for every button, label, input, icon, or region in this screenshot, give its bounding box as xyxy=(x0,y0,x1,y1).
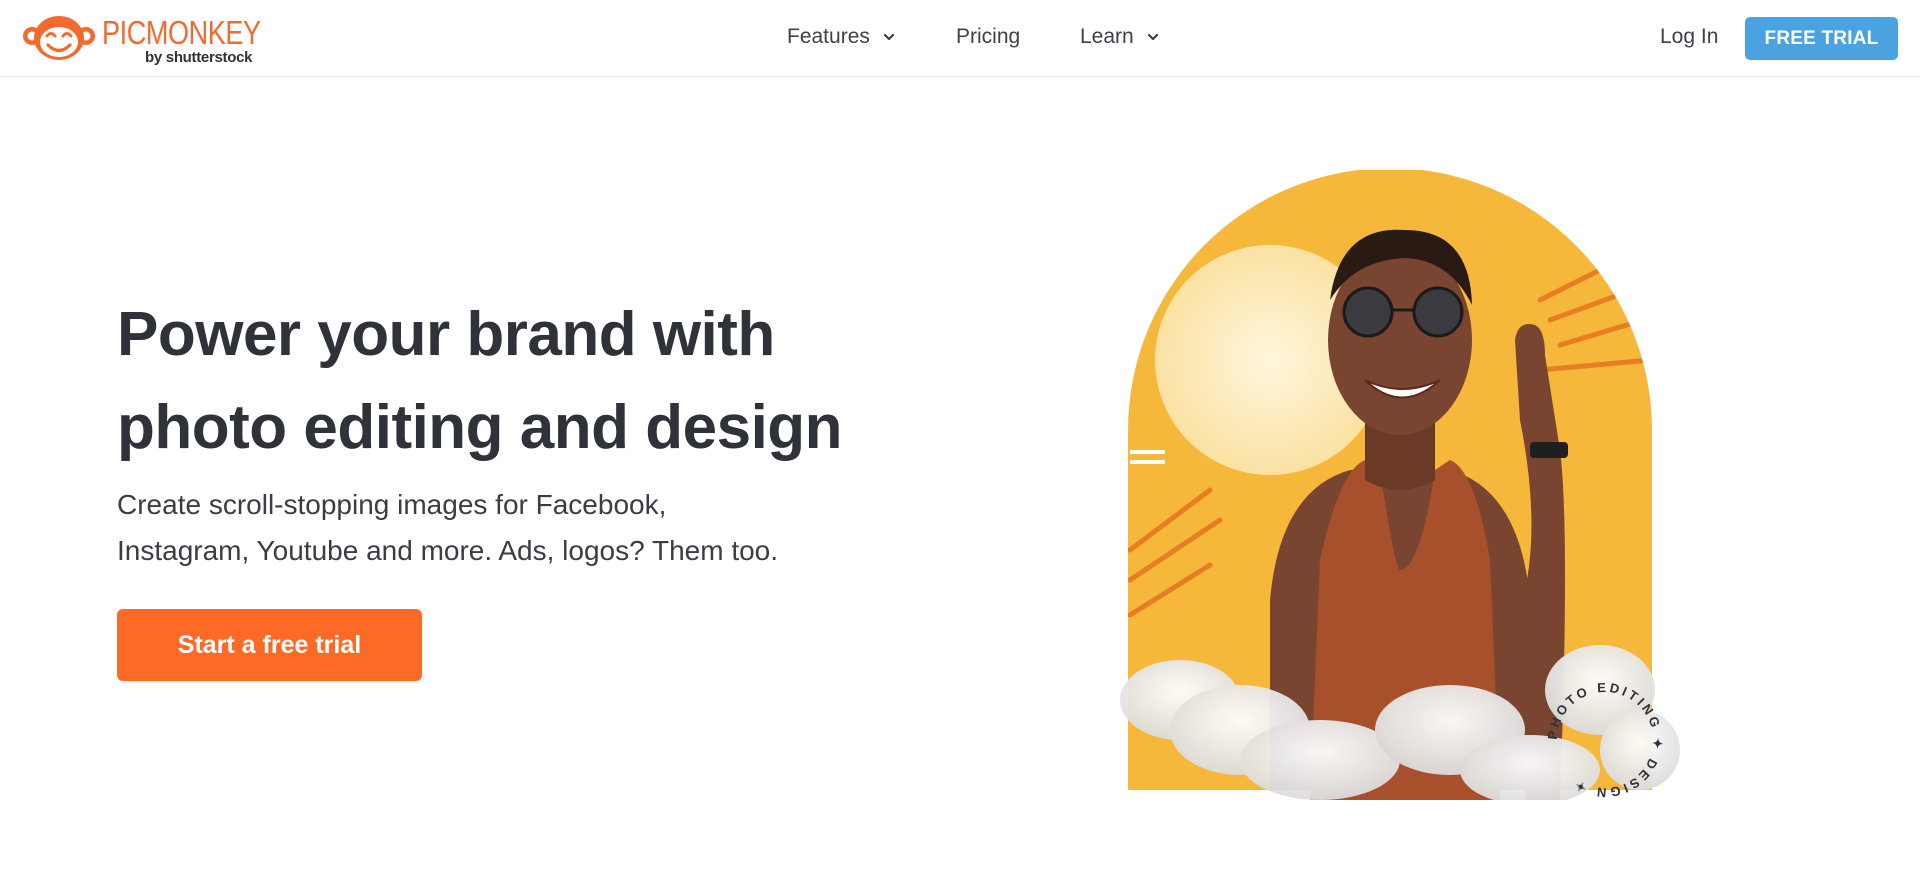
hero-title-line1: Power your brand with xyxy=(117,300,775,369)
chevron-down-icon xyxy=(1147,33,1158,41)
login-link[interactable]: Log In xyxy=(1660,25,1718,49)
picmonkey-logo[interactable]: PICMONKEY by shutterstock xyxy=(22,12,262,66)
hero-illustration: PHOTO EDITING ✦ DESIGN ✦ xyxy=(1120,170,1680,800)
logo-wordmark: PICMONKEY xyxy=(102,14,261,51)
site-header: PICMONKEY by shutterstock Features Prici… xyxy=(0,0,1920,77)
hero-subtitle-line2: Instagram, Youtube and more. Ads, logos?… xyxy=(117,535,779,566)
start-free-trial-button[interactable]: Start a free trial xyxy=(117,609,422,681)
nav-features[interactable]: Features xyxy=(787,25,896,49)
nav-learn-label: Learn xyxy=(1080,25,1134,48)
nav-features-label: Features xyxy=(787,25,870,48)
free-trial-button[interactable]: FREE TRIAL xyxy=(1745,17,1898,60)
nav-pricing[interactable]: Pricing xyxy=(956,25,1020,49)
hero-title: Power your brand with photo editing and … xyxy=(117,288,877,474)
hero-title-line2: photo editing and design xyxy=(117,393,843,462)
hero-subtitle-line1: Create scroll-stopping images for Facebo… xyxy=(117,489,667,520)
logo-byline: by shutterstock xyxy=(145,49,253,66)
chevron-down-icon xyxy=(883,33,894,41)
hero-subtitle: Create scroll-stopping images for Facebo… xyxy=(117,482,837,574)
monkey-face-icon xyxy=(23,16,95,60)
nav-learn[interactable]: Learn xyxy=(1080,25,1160,49)
nav-pricing-label: Pricing xyxy=(956,25,1021,48)
